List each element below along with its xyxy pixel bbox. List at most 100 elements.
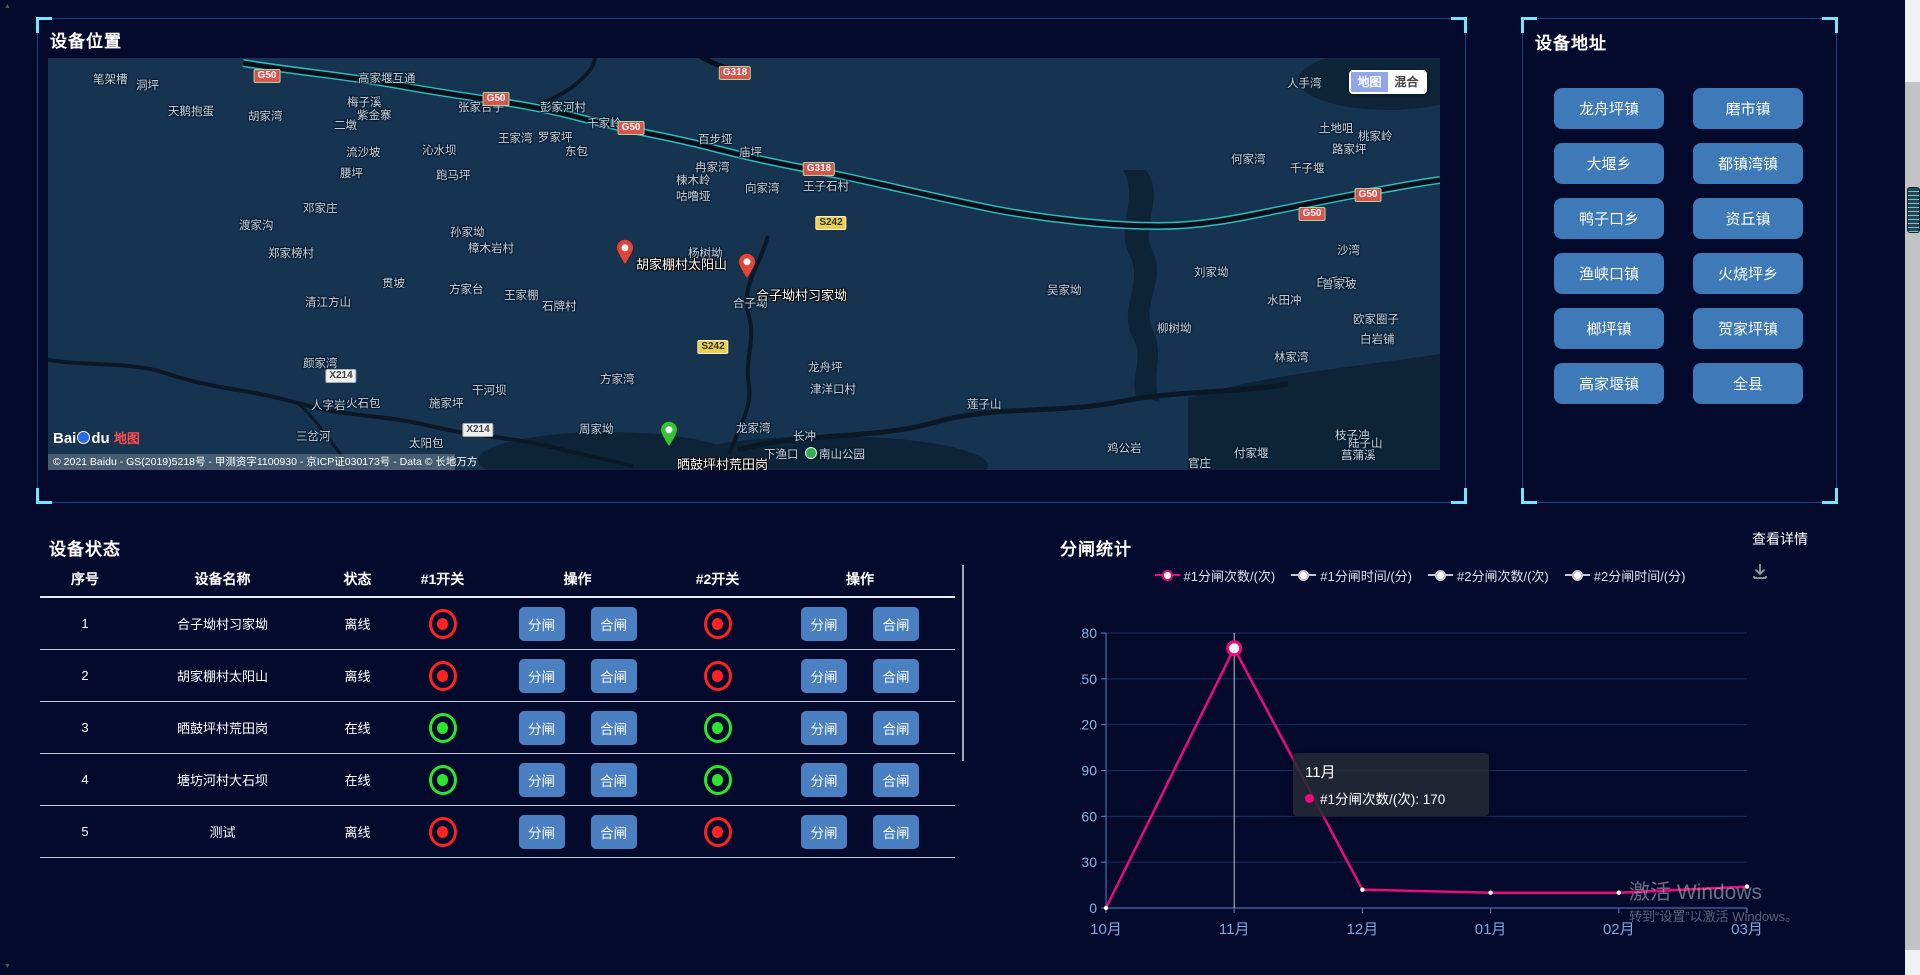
table-scrollbar[interactable] [962,565,964,761]
legend-item[interactable]: #1分闸时间/(分) [1291,566,1412,585]
map-place-label: 东包 [565,143,588,159]
device-name: 塘坊河村大石坝 [130,770,315,789]
row-number: 4 [40,772,130,787]
device-status-text: 离线 [315,666,400,685]
address-button[interactable]: 鸭子口乡 [1554,198,1664,239]
map-place-label: 白岩铺 [1360,331,1395,347]
legend-item[interactable]: #2分闸次数/(次) [1428,566,1549,585]
download-icon[interactable] [1750,561,1770,586]
map-pin-label: 晒鼓坪村荒田岗 [677,454,768,470]
legend-item[interactable]: #2分闸时间/(分) [1565,566,1686,585]
map-place-label: 洞坪 [136,77,159,93]
close-switch-button[interactable]: 合闸 [591,763,637,797]
table-row: 2胡家棚村太阳山离线分闸合闸分闸合闸 [40,650,955,702]
address-button[interactable]: 渔峡口镇 [1554,253,1664,294]
address-button[interactable]: 资丘镇 [1693,198,1803,239]
address-button[interactable]: 全县 [1693,363,1803,404]
map-layer-button[interactable]: 混合 [1388,72,1425,92]
road-badge: X214 [325,369,356,383]
open-switch-button[interactable]: 分闸 [801,711,847,745]
open-switch-button[interactable]: 分闸 [801,607,847,641]
legend-marker-icon [1155,570,1180,580]
address-button[interactable]: 高家堰镇 [1554,363,1664,404]
address-button[interactable]: 榔坪镇 [1554,308,1664,349]
map-place-label: 施家坪 [429,395,464,411]
open-switch-button[interactable]: 分闸 [801,763,847,797]
svg-text:01月: 01月 [1475,921,1507,938]
address-button[interactable]: 贺家坪镇 [1693,308,1803,349]
map-canvas[interactable]: 笔架槽洞坪天鹅抱蛋胡家湾高家堰互通梅子溪紫金寨二墩流沙坡沁水坝腰坪跑马坪渡家沟邓… [48,58,1440,470]
map-place-label: 渡家沟 [239,217,274,233]
open-switch-button[interactable]: 分闸 [519,659,565,693]
open-switch-button[interactable]: 分闸 [801,815,847,849]
map-layer-button[interactable]: 地图 [1351,72,1388,92]
map-pin[interactable] [615,238,635,271]
map-layer-toggle[interactable]: 地图混合 [1349,70,1427,94]
svg-text:150: 150 [1080,671,1097,687]
scrollbar-up-arrow[interactable]: ▲ [0,3,15,10]
scrollbar-down-arrow[interactable]: ▼ [0,963,15,970]
map-place-label: 吴家坳 [1047,282,1082,298]
close-switch-button[interactable]: 合闸 [873,659,919,693]
address-button[interactable]: 磨市镇 [1693,88,1803,129]
close-switch-button[interactable]: 合闸 [873,607,919,641]
map-place-label: 人字岩 [311,397,346,413]
address-button[interactable]: 龙舟坪镇 [1554,88,1664,129]
close-switch-button[interactable]: 合闸 [873,815,919,849]
map-place-label: 郑家榜村 [268,245,314,261]
panel-title-device-address: 设备地址 [1535,29,1607,54]
legend-label: #1分闸时间/(分) [1320,566,1412,585]
device-name: 胡家棚村太阳山 [130,666,315,685]
road-badge: G50 [618,121,645,135]
map-pin-label: 合子坳村习家坳 [756,285,847,304]
open-switch-button[interactable]: 分闸 [519,815,565,849]
map-place-label: 太阳包 [409,435,444,451]
column-header: 设备名称 [130,569,315,589]
map-pin[interactable] [659,418,679,455]
map-place-label: 莲子山 [967,396,1002,412]
svg-text:90: 90 [1081,763,1097,779]
device-name: 测试 [130,822,315,841]
open-switch-button[interactable]: 分闸 [519,607,565,641]
view-details-link[interactable]: 查看详情 [1752,529,1808,549]
svg-text:120: 120 [1080,717,1097,733]
scrollbar-thumb[interactable] [1907,187,1920,233]
svg-text:10月: 10月 [1090,921,1122,938]
map-place-label: 干河坝 [472,382,507,398]
close-switch-button[interactable]: 合闸 [591,659,637,693]
baidu-logo: Baidu 地图 [53,428,140,447]
open-switch-button[interactable]: 分闸 [519,763,565,797]
column-header: #1开关 [400,569,485,589]
address-button[interactable]: 火烧坪乡 [1693,253,1803,294]
close-switch-button[interactable]: 合闸 [591,607,637,641]
address-button[interactable]: 都镇湾镇 [1693,143,1803,184]
chart-tooltip: 11月 #1分闸次数/(次): 170 [1293,753,1489,816]
close-switch-button[interactable]: 合闸 [591,815,637,849]
map-place-label: 清江方山 [305,294,351,310]
close-switch-button[interactable]: 合闸 [591,711,637,745]
map-place-label: 龙舟坪 [808,359,843,375]
map-pin[interactable] [737,252,757,285]
svg-text:60: 60 [1081,808,1097,824]
switch-indicator [704,661,732,691]
device-name: 合子坳村习家坳 [130,614,315,633]
legend-label: #1分闸次数/(次) [1184,566,1276,585]
map-place-label: 胡家湾 [248,108,283,124]
baidu-logo-text: Bai [53,430,76,447]
map-place-label: 樟木岩村 [468,240,514,256]
map-place-label: 柳树坳 [1157,320,1192,336]
close-switch-button[interactable]: 合闸 [873,763,919,797]
open-switch-button[interactable]: 分闸 [519,711,565,745]
map-place-label: 孙家坳 [450,224,485,240]
open-switch-button[interactable]: 分闸 [801,659,847,693]
address-button-grid: 龙舟坪镇磨市镇大堰乡都镇湾镇鸭子口乡资丘镇渔峡口镇火烧坪乡榔坪镇贺家坪镇高家堰镇… [1554,88,1803,404]
address-button[interactable]: 大堰乡 [1554,143,1664,184]
corner-decoration [1451,488,1467,504]
road-badge: X214 [462,423,493,437]
map-place-label: 何家湾 [1231,151,1266,167]
map-place-label: 土地咀 [1319,120,1354,136]
baidu-paw-icon [77,431,90,444]
legend-item[interactable]: #1分闸次数/(次) [1155,566,1276,585]
close-switch-button[interactable]: 合闸 [873,711,919,745]
map-place-label: 百步垭 [698,131,733,147]
